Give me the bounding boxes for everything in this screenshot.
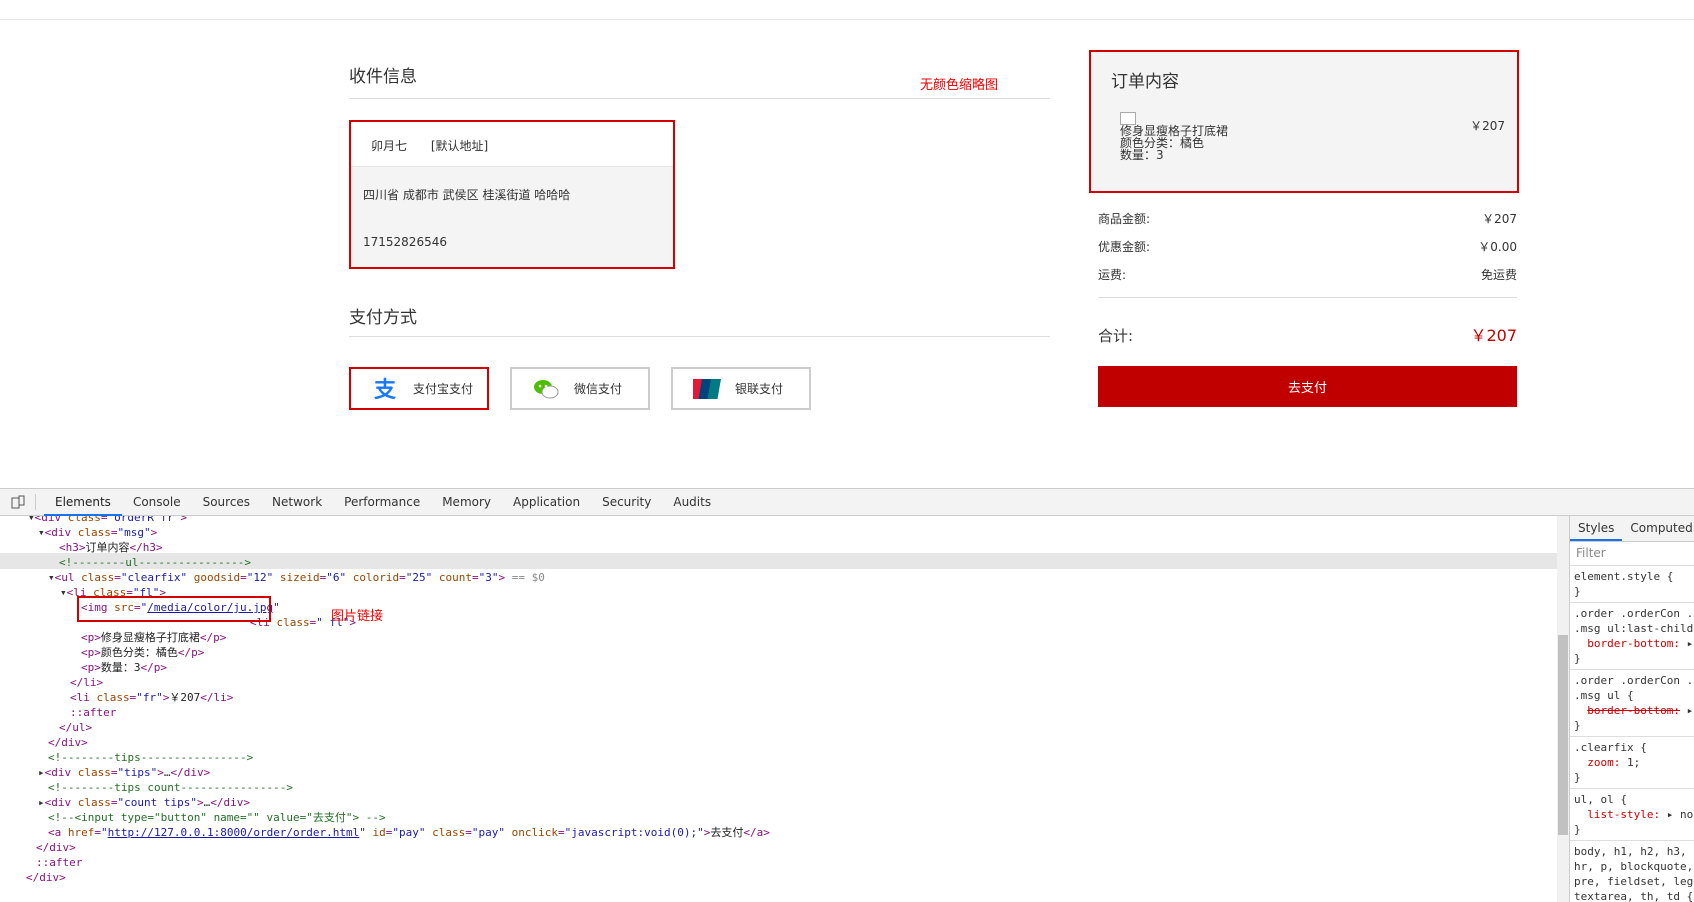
- goods-amount-value: ￥207: [1482, 212, 1517, 226]
- tab-memory[interactable]: Memory: [431, 489, 502, 516]
- styles-pane: Styles Computed Filter element.style { }…: [1569, 516, 1694, 902]
- top-divider: [0, 19, 1694, 20]
- dom-line[interactable]: ▸<div class="tips">…</div>: [38, 765, 210, 781]
- style-rule[interactable]: .clearfix { zoom: 1; }: [1570, 737, 1694, 789]
- address-detail: 四川省 成都市 武侯区 桂溪街道 哈哈哈: [363, 188, 571, 202]
- tab-console[interactable]: Console: [122, 489, 192, 516]
- wechat-pay-button[interactable]: 微信支付: [510, 367, 650, 410]
- discount-amount-row: 优惠金额: ￥0.00: [1098, 238, 1517, 255]
- dom-line[interactable]: <!--<input type="button" name="" value="…: [48, 810, 386, 826]
- payment-section-rule: [349, 336, 1050, 337]
- alipay-label: 支付宝支付: [413, 382, 474, 396]
- tab-security[interactable]: Security: [591, 489, 662, 516]
- dom-line[interactable]: <!--------tips---------------->: [48, 750, 253, 766]
- order-item: 修身显瘦格子打底裙 颜色分类：橘色 数量：3: [1120, 112, 1228, 161]
- address-card[interactable]: 卯月七 [默认地址] 四川省 成都市 武侯区 桂溪街道 哈哈哈 17152826…: [349, 120, 675, 269]
- tab-styles[interactable]: Styles: [1570, 516, 1623, 541]
- dom-line[interactable]: </ul>: [59, 720, 92, 736]
- unionpay-label: 银联支付: [735, 382, 784, 396]
- dom-line[interactable]: ▾<div class="msg">: [38, 525, 157, 541]
- dom-line[interactable]: <p>颜色分类：橘色</p>: [81, 645, 204, 661]
- device-toolbar-icon[interactable]: [0, 494, 36, 510]
- elements-scrollbar-thumb[interactable]: [1558, 635, 1568, 835]
- dom-line[interactable]: <!--------ul---------------->: [59, 555, 251, 571]
- discount-amount-value: ￥0.00: [1478, 240, 1517, 254]
- total-row: 合计: ￥207: [1098, 322, 1517, 346]
- wechat-pay-label: 微信支付: [574, 382, 623, 396]
- style-rule[interactable]: body, h1, h2, h3, hr, p, blockquote, pre…: [1570, 841, 1694, 902]
- address-section-title: 收件信息: [349, 67, 417, 87]
- unionpay-icon: [693, 377, 721, 401]
- tab-application[interactable]: Application: [502, 489, 591, 516]
- unionpay-button[interactable]: 银联支付: [671, 367, 811, 410]
- discount-amount-label: 优惠金额:: [1098, 240, 1151, 254]
- total-label: 合计:: [1098, 327, 1134, 345]
- shipping-row: 运费: 免运费: [1098, 266, 1517, 283]
- order-item-qty: 数量：3: [1120, 148, 1164, 162]
- order-item-price: ￥207: [1470, 119, 1505, 133]
- style-rule[interactable]: .order .orderCon . .msg ul { border-bott…: [1570, 670, 1694, 737]
- dom-line[interactable]: <p>修身显瘦格子打底裙</p>: [81, 630, 226, 646]
- wechat-icon: [532, 377, 560, 401]
- dom-line[interactable]: </div>: [26, 870, 66, 886]
- tab-sources[interactable]: Sources: [192, 489, 261, 516]
- dom-line[interactable]: </div>: [48, 735, 88, 751]
- address-card-header: 卯月七 [默认地址]: [351, 122, 673, 167]
- dom-line[interactable]: <p>数量：3</p>: [81, 660, 167, 676]
- total-value: ￥207: [1470, 326, 1517, 345]
- devtools-tabbar: Elements Console Sources Network Perform…: [0, 488, 1694, 516]
- recipient-name: 卯月七: [371, 139, 408, 153]
- dom-line[interactable]: </div>: [36, 840, 76, 856]
- default-address-tag: [默认地址]: [430, 139, 489, 153]
- tab-performance[interactable]: Performance: [333, 489, 431, 516]
- dom-line[interactable]: </li>: [70, 675, 103, 691]
- shipping-value: 免运费: [1480, 268, 1517, 282]
- tab-audits[interactable]: Audits: [662, 489, 722, 516]
- summary-rule: [1098, 297, 1517, 298]
- payment-section-title: 支付方式: [349, 308, 417, 328]
- tab-elements[interactable]: Elements: [44, 489, 122, 516]
- tab-network[interactable]: Network: [261, 489, 333, 516]
- dom-line[interactable]: ▸<div class="count tips">…</div>: [38, 795, 250, 811]
- svg-text:支: 支: [374, 378, 397, 401]
- dom-line[interactable]: <a href="http://127.0.0.1:8000/order/ord…: [48, 825, 770, 841]
- img-link-highlight: [77, 596, 271, 622]
- styles-filter-input[interactable]: Filter: [1570, 542, 1694, 566]
- dom-line[interactable]: ::after: [36, 855, 82, 871]
- img-link-annotation: 图片链接: [331, 609, 384, 624]
- alipay-icon: 支: [371, 377, 399, 401]
- style-rule[interactable]: .order .orderCon . .msg ul:last-child bo…: [1570, 603, 1694, 670]
- tab-computed[interactable]: Computed: [1622, 516, 1694, 541]
- shipping-label: 运费:: [1098, 268, 1127, 282]
- goods-amount-label: 商品金额:: [1098, 212, 1151, 226]
- dom-line[interactable]: ▾<ul class="clearfix" goodsid="12" sizei…: [48, 570, 545, 586]
- alipay-button[interactable]: 支 支付宝支付: [349, 367, 489, 410]
- style-rule[interactable]: element.style { }: [1570, 566, 1694, 603]
- order-content-panel: 订单内容 修身显瘦格子打底裙 颜色分类：橘色 数量：3 ￥207: [1089, 50, 1519, 193]
- elements-tree[interactable]: ▾<div class="orderR fr"> ▾<div class="ms…: [0, 516, 1557, 902]
- dom-line[interactable]: <!--------tips count---------------->: [48, 780, 293, 796]
- dom-line[interactable]: <li class="fr">￥207</li>: [70, 690, 233, 706]
- styles-tabbar: Styles Computed: [1570, 516, 1694, 542]
- goods-amount-row: 商品金额: ￥207: [1098, 210, 1517, 227]
- address-section-rule: [349, 98, 1050, 99]
- order-content-title: 订单内容: [1111, 72, 1179, 92]
- address-phone: 17152826546: [363, 235, 447, 249]
- dom-line[interactable]: ::after: [70, 705, 116, 721]
- dom-line[interactable]: <h3>订单内容</h3>: [59, 540, 163, 556]
- go-pay-button[interactable]: 去支付: [1098, 366, 1517, 407]
- style-rule[interactable]: ul, ol { list-style: ▸ no }: [1570, 789, 1694, 841]
- thumbnail-annotation: 无颜色缩略图: [920, 78, 999, 93]
